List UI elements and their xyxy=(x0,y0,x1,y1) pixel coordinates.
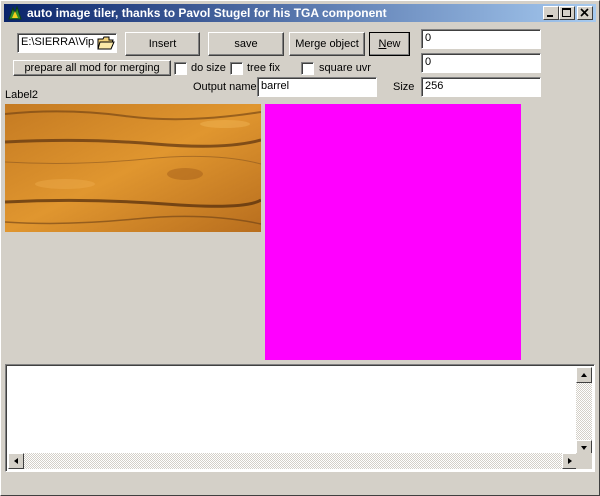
close-button[interactable] xyxy=(577,6,593,20)
new-button[interactable]: New xyxy=(369,32,410,56)
title-bar[interactable]: auto image tiler, thanks to Pavol Stugel… xyxy=(4,4,596,22)
maximize-icon xyxy=(562,8,571,17)
square-uvr-label: square uvr xyxy=(319,62,371,74)
insert-button[interactable]: Insert xyxy=(125,32,200,56)
save-button[interactable]: save xyxy=(208,32,284,56)
output-name-value: barrel xyxy=(261,80,290,92)
app-window: auto image tiler, thanks to Pavol Stugel… xyxy=(0,0,600,496)
value-field-2-text: 0 xyxy=(425,56,432,68)
output-name-field[interactable]: barrel xyxy=(257,77,377,97)
new-button-label: ew xyxy=(386,38,401,50)
path-value: E:\SIERRA\Vip xyxy=(21,36,95,48)
folder-open-icon[interactable] xyxy=(97,35,115,51)
texture-preview-image xyxy=(5,104,261,232)
arrow-up-icon xyxy=(581,373,587,377)
value-field-1-text: 0 xyxy=(425,32,432,44)
arrow-left-icon xyxy=(14,458,18,464)
app-icon[interactable] xyxy=(7,5,23,21)
tree-fix-label: tree fix xyxy=(247,62,281,74)
minimize-icon xyxy=(547,15,553,17)
label2: Label2 xyxy=(5,89,39,101)
prepare-merge-button[interactable]: prepare all mod for merging xyxy=(13,60,171,76)
value-field-1[interactable]: 0 xyxy=(421,29,541,49)
arrow-right-icon xyxy=(568,458,572,464)
log-memo[interactable] xyxy=(5,364,595,472)
close-icon xyxy=(580,8,589,17)
window-title: auto image tiler, thanks to Pavol Stugel… xyxy=(27,6,387,20)
scroll-left-button[interactable] xyxy=(8,453,24,469)
do-size-checkbox[interactable] xyxy=(174,62,187,75)
scroll-up-button[interactable] xyxy=(576,367,592,383)
size-label: Size xyxy=(393,81,415,93)
tiled-output-preview xyxy=(265,104,521,360)
minimize-button[interactable] xyxy=(543,6,559,20)
horizontal-scrollbar[interactable] xyxy=(8,453,578,469)
maximize-button[interactable] xyxy=(559,6,575,20)
size-value: 256 xyxy=(425,80,444,92)
size-field[interactable]: 256 xyxy=(421,77,541,97)
output-name-label: Output name xyxy=(193,81,257,93)
tree-fix-checkbox[interactable] xyxy=(230,62,243,75)
value-field-2[interactable]: 0 xyxy=(421,53,541,73)
square-uvr-checkbox[interactable] xyxy=(301,62,314,75)
scroll-corner xyxy=(576,453,592,469)
vertical-scrollbar[interactable] xyxy=(576,367,592,456)
do-size-label: do size xyxy=(191,62,226,74)
new-button-accel: N xyxy=(378,38,387,50)
merge-object-button[interactable]: Merge object xyxy=(289,32,365,56)
